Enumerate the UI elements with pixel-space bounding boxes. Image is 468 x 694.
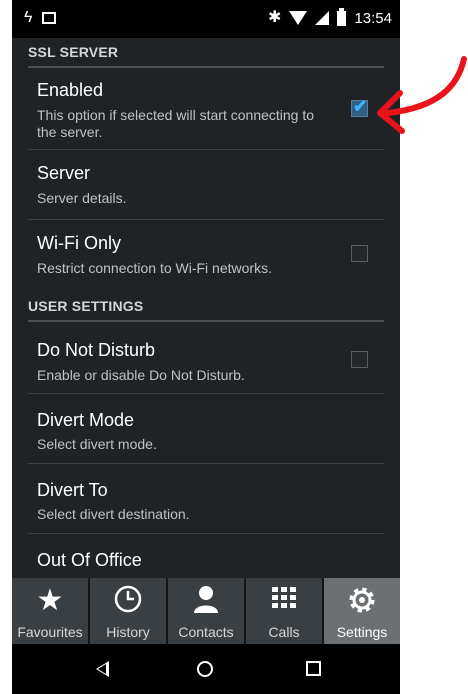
home-icon[interactable] <box>197 661 213 677</box>
setting-wifi-only[interactable]: Wi-Fi Only Restrict connection to Wi-Fi … <box>28 220 384 290</box>
setting-title: Divert To <box>37 480 108 500</box>
wifi-only-checkbox[interactable] <box>351 245 368 262</box>
enabled-checkbox[interactable]: ✔ <box>351 97 368 117</box>
setting-title: Do Not Disturb <box>37 340 156 360</box>
setting-server[interactable]: Server Server details. <box>28 150 384 220</box>
back-icon[interactable] <box>96 661 109 677</box>
setting-title: Enabled <box>37 80 104 100</box>
battery-icon <box>337 7 347 26</box>
setting-enabled[interactable]: Enabled This option if selected will sta… <box>28 70 384 150</box>
status-time: 13:54 <box>354 9 392 27</box>
gear-icon <box>346 584 378 624</box>
setting-title: Out Of Office <box>37 550 142 570</box>
tab-label: Contacts <box>178 624 234 640</box>
setting-subtitle: Restrict connection to Wi-Fi networks. <box>37 260 272 276</box>
section-header-user-settings: USER SETTINGS <box>28 292 384 322</box>
tab-history[interactable]: History <box>90 578 168 644</box>
do-not-disturb-checkbox[interactable] <box>351 351 368 368</box>
setting-subtitle: Enable or disable Do Not Disturb. <box>37 367 245 383</box>
settings-list[interactable]: SSL SERVER Enabled This option if select… <box>12 38 400 578</box>
setting-divert-to[interactable]: Divert To Select divert destination. <box>28 464 384 534</box>
tab-label: Favourites <box>17 624 83 640</box>
system-nav-bar <box>12 644 400 694</box>
signal-icon <box>315 11 330 25</box>
bluetooth-icon: ✱ <box>268 9 282 26</box>
clock-icon <box>113 584 143 622</box>
setting-title: Server <box>37 163 91 183</box>
setting-subtitle: Select divert destination. <box>37 506 190 522</box>
lightning-icon: ϟ <box>24 9 33 26</box>
bottom-tab-bar: ★ Favourites History Contacts Calls Sett… <box>12 578 400 644</box>
setting-subtitle: Server details. <box>37 190 127 206</box>
setting-divert-mode[interactable]: Divert Mode Select divert mode. <box>28 394 384 464</box>
status-bar: ϟ ✱ 13:54 <box>12 0 400 38</box>
image-icon <box>42 12 57 24</box>
setting-do-not-disturb[interactable]: Do Not Disturb Enable or disable Do Not … <box>28 324 384 394</box>
recents-icon[interactable] <box>306 661 321 676</box>
wifi-icon <box>289 11 308 25</box>
setting-subtitle: This option if selected will start conne… <box>37 107 315 140</box>
tab-label: History <box>106 624 150 640</box>
setting-subtitle: Select divert mode. <box>37 436 157 452</box>
tab-label: Calls <box>268 624 300 640</box>
setting-title: Divert Mode <box>37 410 135 430</box>
tab-contacts[interactable]: Contacts <box>168 578 246 644</box>
tab-settings[interactable]: Settings <box>324 578 400 644</box>
dialpad-icon <box>269 584 299 622</box>
setting-out-of-office[interactable]: Out Of Office <box>28 534 384 578</box>
star-icon: ★ <box>36 584 64 617</box>
person-icon <box>191 584 221 622</box>
setting-title: Wi-Fi Only <box>37 233 121 253</box>
phone-screen: ϟ ✱ 13:54 SSL SERVER Enabled This option… <box>12 0 400 694</box>
tab-favourites[interactable]: ★ Favourites <box>12 578 90 644</box>
annotation-arrow-icon <box>377 56 467 134</box>
section-header-ssl-server: SSL SERVER <box>28 38 384 68</box>
checkmark-icon: ✔ <box>353 97 368 116</box>
tab-label: Settings <box>336 624 388 640</box>
tab-calls[interactable]: Calls <box>246 578 324 644</box>
